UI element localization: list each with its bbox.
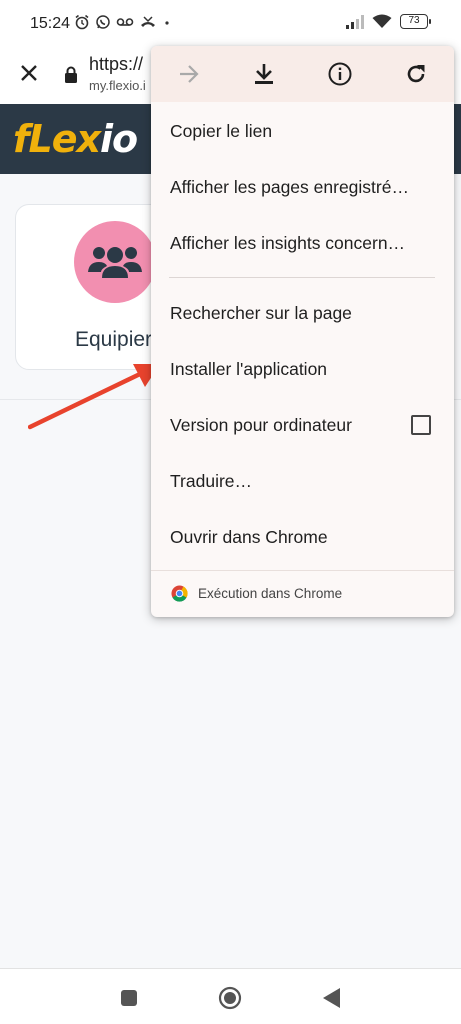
- back-icon: [323, 988, 340, 1008]
- download-button[interactable]: [249, 59, 279, 89]
- equipier-avatar: [74, 221, 156, 303]
- close-icon: [21, 65, 37, 81]
- recent-apps-button[interactable]: [117, 986, 141, 1010]
- menu-footer-label: Exécution dans Chrome: [198, 586, 343, 601]
- alarm-icon: [75, 14, 89, 30]
- menu-item-open-in-chrome[interactable]: Ouvrir dans Chrome: [170, 527, 440, 548]
- url-title[interactable]: https://: [89, 54, 159, 75]
- menu-divider: [169, 277, 435, 278]
- missed-call-icon: [141, 16, 155, 27]
- page-info-button[interactable]: [325, 59, 355, 89]
- forward-icon: [180, 65, 199, 83]
- desktop-site-checkbox[interactable]: [411, 415, 431, 435]
- refresh-icon: [407, 65, 425, 83]
- dot-icon: [165, 21, 169, 25]
- lock-icon: [65, 66, 77, 83]
- menu-item-translate[interactable]: Traduire…: [170, 471, 440, 492]
- back-button[interactable]: [320, 986, 344, 1010]
- overflow-menu: Copier le lien Afficher les pages enregi…: [151, 46, 454, 617]
- menu-footer-divider: [151, 570, 454, 571]
- close-button[interactable]: [14, 58, 44, 88]
- equipier-label: Equipier: [75, 328, 153, 351]
- home-button[interactable]: [218, 986, 242, 1010]
- menu-item-desktop-site[interactable]: Version pour ordinateur: [170, 415, 400, 436]
- recent-apps-icon: [121, 990, 137, 1006]
- system-icons: 73: [346, 14, 431, 29]
- menu-item-find-in-page[interactable]: Rechercher sur la page: [170, 303, 440, 324]
- notification-icons: [74, 14, 172, 30]
- menu-item-insights[interactable]: Afficher les insights concern…: [170, 233, 440, 254]
- battery-icon: 73: [400, 14, 431, 29]
- menu-item-install-app[interactable]: Installer l'application: [170, 359, 440, 380]
- url-domain[interactable]: my.flexio.i: [89, 78, 153, 93]
- voicemail-icon: [116, 18, 134, 26]
- red-arrow-icon: [28, 364, 160, 430]
- whatsapp-icon: [96, 15, 110, 29]
- menu-action-bar: [151, 46, 454, 102]
- signal-icon: [346, 14, 364, 29]
- forward-button[interactable]: [174, 59, 204, 89]
- chrome-icon: [171, 585, 188, 602]
- status-bar: 15:24 73: [0, 0, 461, 48]
- home-icon: [218, 986, 242, 1010]
- menu-item-copy-link[interactable]: Copier le lien: [170, 121, 440, 142]
- info-icon: [328, 62, 352, 86]
- download-icon: [255, 64, 273, 84]
- refresh-button[interactable]: [401, 59, 431, 89]
- system-nav-bar: [0, 968, 461, 1024]
- wifi-icon: [372, 14, 392, 28]
- flexio-logo[interactable]: fLexio: [13, 117, 138, 161]
- status-time: 15:24: [30, 15, 71, 32]
- menu-item-saved-pages[interactable]: Afficher les pages enregistré…: [170, 177, 440, 198]
- users-icon: [88, 247, 142, 278]
